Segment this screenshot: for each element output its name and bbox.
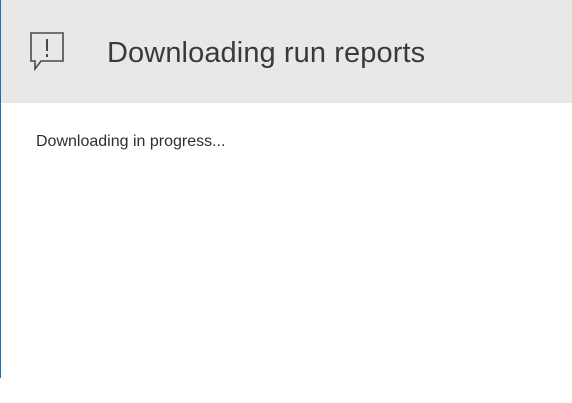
progress-message: Downloading in progress... (36, 133, 226, 150)
alert-speech-bubble-icon (29, 31, 65, 73)
download-dialog: Downloading run reports Downloading in p… (0, 0, 572, 403)
dialog-title: Downloading run reports (107, 37, 426, 69)
dialog-header: Downloading run reports (1, 0, 572, 103)
